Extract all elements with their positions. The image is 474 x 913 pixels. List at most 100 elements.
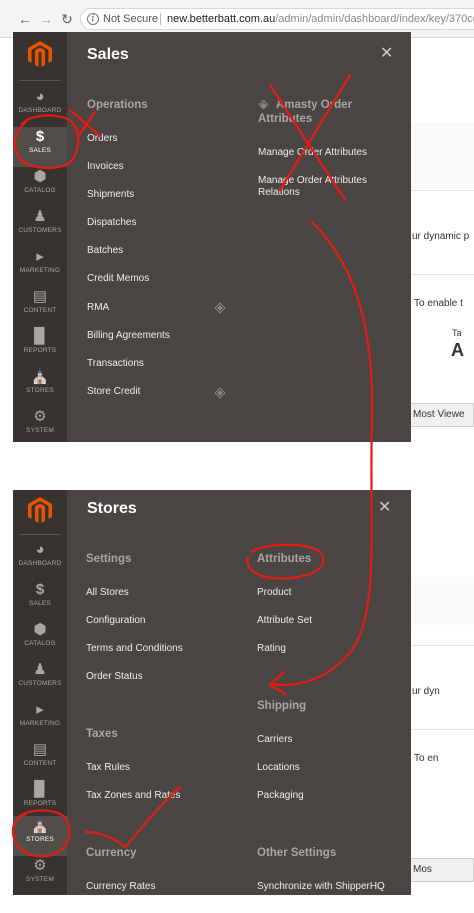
bg-divider bbox=[411, 274, 474, 275]
menu-link-rma[interactable]: RMA bbox=[87, 302, 109, 313]
close-icon[interactable]: ✕ bbox=[378, 500, 391, 516]
sidebar-item-system[interactable]: ⚙ SYSTEM bbox=[13, 407, 67, 447]
megaphone-icon: ▸ bbox=[36, 248, 44, 265]
panel-title: Sales bbox=[87, 46, 129, 63]
extension-diamond-icon bbox=[214, 387, 226, 399]
sidebar-item-catalog[interactable]: ⬢ CATALOG bbox=[13, 167, 67, 207]
sidebar-item-label: CATALOG bbox=[24, 187, 56, 194]
sidebar-item-system[interactable]: ⚙ SYSTEM bbox=[13, 856, 67, 896]
menu-link-store-credit[interactable]: Store Credit bbox=[87, 386, 140, 397]
menu-link-tax-rules[interactable]: Tax Rules bbox=[86, 762, 130, 773]
sidebar-item-label: CONTENT bbox=[23, 760, 57, 767]
sidebar-item-marketing[interactable]: ▸ MARKETING bbox=[13, 700, 67, 740]
store-icon: ⛪ bbox=[30, 368, 50, 385]
layout-icon: ▤ bbox=[32, 741, 48, 758]
menu-link-currency-rates[interactable]: Currency Rates bbox=[86, 881, 155, 892]
sidebar-item-stores[interactable]: ⛪ STORES bbox=[13, 367, 67, 407]
bg-header-strip bbox=[411, 122, 474, 190]
stores-flyout-panel: Stores ✕ Settings All Stores Configurati… bbox=[67, 490, 411, 895]
menu-link-carriers[interactable]: Carriers bbox=[257, 734, 293, 745]
section-title-shipping: Shipping bbox=[257, 700, 307, 712]
menu-link-credit-memos[interactable]: Credit Memos bbox=[87, 273, 149, 284]
bg-text-big-a: A bbox=[451, 340, 464, 360]
box-icon: ⬢ bbox=[33, 621, 47, 638]
close-icon[interactable]: ✕ bbox=[380, 46, 393, 62]
magento-logo-icon[interactable] bbox=[28, 41, 52, 67]
sidebar-item-content[interactable]: ▤ CONTENT bbox=[13, 740, 67, 780]
menu-link-dispatches[interactable]: Dispatches bbox=[87, 217, 136, 228]
info-icon[interactable]: i bbox=[87, 13, 99, 25]
sidebar-item-sales[interactable]: $ SALES bbox=[13, 580, 67, 620]
back-arrow-icon[interactable]: ← bbox=[17, 11, 33, 27]
security-label: Not Secure bbox=[103, 13, 159, 25]
magento-logo-icon[interactable] bbox=[28, 497, 52, 523]
bg-text-dynamic: ur dynamic p bbox=[412, 231, 470, 242]
sidebar-item-label: SYSTEM bbox=[26, 427, 54, 434]
menu-link-packaging[interactable]: Packaging bbox=[257, 790, 304, 801]
sidebar-item-catalog[interactable]: ⬢ CATALOG bbox=[13, 620, 67, 660]
menu-link-shipments[interactable]: Shipments bbox=[87, 189, 134, 200]
menu-link-rating[interactable]: Rating bbox=[257, 643, 286, 654]
menu-link-product[interactable]: Product bbox=[257, 587, 291, 598]
sidebar-item-content[interactable]: ▤ CONTENT bbox=[13, 287, 67, 327]
menu-link-transactions[interactable]: Transactions bbox=[87, 358, 144, 369]
gear-icon: ⚙ bbox=[33, 857, 47, 874]
sidebar-item-label: CUSTOMERS bbox=[18, 680, 62, 687]
bg-divider bbox=[411, 190, 474, 191]
menu-link-batches[interactable]: Batches bbox=[87, 245, 123, 256]
menu-link-tax-zones-and-rates[interactable]: Tax Zones and Rates bbox=[86, 790, 181, 801]
sidebar-item-label: CONTENT bbox=[23, 307, 57, 314]
address-divider bbox=[160, 13, 161, 25]
reload-icon[interactable]: ↻ bbox=[59, 11, 75, 27]
sidebar-item-marketing[interactable]: ▸ MARKETING bbox=[13, 247, 67, 287]
dashboard-gauge-icon: ◕ bbox=[35, 541, 45, 558]
layout-icon: ▤ bbox=[32, 288, 48, 305]
sidebar-item-label: REPORTS bbox=[23, 800, 57, 807]
sidebar-item-label: CATALOG bbox=[24, 640, 56, 647]
sidebar-item-dashboard[interactable]: ◕ DASHBOARD bbox=[13, 540, 67, 580]
sidebar-item-reports[interactable]: ▉ REPORTS bbox=[13, 327, 67, 367]
panel-title: Stores bbox=[87, 500, 137, 517]
menu-link-order-status[interactable]: Order Status bbox=[86, 671, 143, 682]
menu-link-attribute-set[interactable]: Attribute Set bbox=[257, 615, 312, 626]
address-bar[interactable]: i Not Secure new.betterbatt.com.au/admin… bbox=[80, 8, 474, 30]
menu-link-manage-order-attributes[interactable]: Manage Order Attributes bbox=[258, 147, 367, 158]
sidebar-item-customers[interactable]: ♟ CUSTOMERS bbox=[13, 660, 67, 700]
menu-link-invoices[interactable]: Invoices bbox=[87, 161, 124, 172]
menu-link-manage-order-attributes-relations[interactable]: Manage Order Attributes Relations bbox=[258, 175, 378, 199]
bg-divider bbox=[411, 729, 474, 730]
dashboard-gauge-icon: ◕ bbox=[35, 88, 45, 105]
section-title-operations: Operations bbox=[87, 99, 148, 111]
forward-arrow-icon[interactable]: → bbox=[38, 11, 54, 27]
sidebar-item-reports[interactable]: ▉ REPORTS bbox=[13, 780, 67, 820]
sidebar-divider bbox=[19, 80, 61, 81]
bg-tab-most[interactable]: Mos bbox=[409, 858, 474, 882]
extension-diamond-icon bbox=[214, 302, 226, 314]
menu-link-locations[interactable]: Locations bbox=[257, 762, 300, 773]
bg-text-ta: Ta bbox=[452, 328, 462, 338]
person-icon: ♟ bbox=[33, 661, 47, 678]
menu-link-configuration[interactable]: Configuration bbox=[86, 615, 145, 626]
sidebar-item-label: DASHBOARD bbox=[18, 560, 62, 567]
bar-chart-icon: ▉ bbox=[34, 328, 46, 345]
menu-link-synchronize-with-shipperhq[interactable]: Synchronize with ShipperHQ bbox=[257, 881, 385, 892]
sidebar-item-sales[interactable]: $ SALES bbox=[13, 127, 67, 167]
sidebar-item-dashboard[interactable]: ◕ DASHBOARD bbox=[13, 87, 67, 127]
bg-tab-most-viewed[interactable]: Most Viewe bbox=[409, 403, 474, 427]
url-path: /admin/admin/dashboard/index/key/370ccdc… bbox=[275, 13, 474, 25]
menu-link-all-stores[interactable]: All Stores bbox=[86, 587, 129, 598]
menu-link-terms-and-conditions[interactable]: Terms and Conditions bbox=[86, 643, 183, 654]
menu-link-billing-agreements[interactable]: Billing Agreements bbox=[87, 330, 170, 341]
sidebar-item-customers[interactable]: ♟ CUSTOMERS bbox=[13, 207, 67, 247]
sidebar-item-label: DASHBOARD bbox=[18, 107, 62, 114]
store-icon: ⛪ bbox=[30, 817, 50, 834]
admin-sidebar: ◕ DASHBOARD $ SALES ⬢ CATALOG ♟ CUSTOMER… bbox=[13, 490, 67, 895]
sidebar-item-label: CUSTOMERS bbox=[18, 227, 62, 234]
section-title-settings: Settings bbox=[86, 553, 132, 565]
screenshot-composite: ← → ↻ i Not Secure new.betterbatt.com.au… bbox=[0, 0, 474, 913]
sidebar-item-label: STORES bbox=[26, 836, 54, 843]
megaphone-icon: ▸ bbox=[36, 701, 44, 718]
menu-link-orders[interactable]: Orders bbox=[87, 133, 118, 144]
sidebar-item-stores[interactable]: ⛪ STORES bbox=[13, 816, 67, 856]
sidebar-item-label: REPORTS bbox=[23, 347, 57, 354]
